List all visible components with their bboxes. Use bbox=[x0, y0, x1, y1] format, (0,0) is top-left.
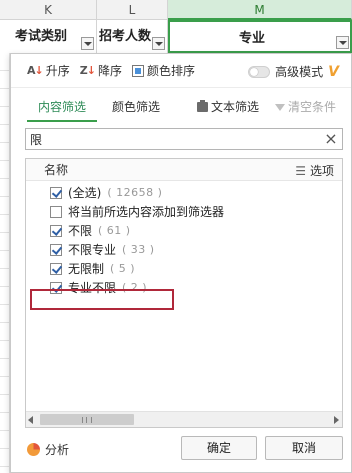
sort-descending-label: 降序 bbox=[97, 64, 122, 78]
sort-ascending-button[interactable]: A↓ 升序 bbox=[27, 62, 70, 79]
list-items: (全选) ( 12658 ) 将当前所选内容添加到筛选器 不限 ( 61 ) 不限专业 ( … bbox=[26, 181, 342, 297]
filter-dropdown-button[interactable] bbox=[336, 36, 349, 49]
list-item[interactable]: 不限专业 ( 33 ) bbox=[26, 240, 342, 259]
list-item-label: 不限专业 bbox=[68, 243, 117, 257]
close-icon[interactable]: × bbox=[323, 131, 339, 147]
list-item[interactable]: 不限 ( 61 ) bbox=[26, 221, 342, 240]
chevron-down-icon bbox=[338, 40, 347, 45]
tab-color-filter[interactable]: 颜色筛选 bbox=[105, 94, 167, 122]
header-cell-exam-category[interactable]: 考试类别 bbox=[0, 20, 97, 53]
advanced-mode: 高级模式 V bbox=[248, 63, 339, 80]
text-filter-label: 文本筛选 bbox=[211, 100, 260, 114]
column-letter-l[interactable]: L bbox=[97, 0, 168, 20]
list-item-count: ( 2 ) bbox=[122, 281, 148, 294]
list-header: 名称 ☰ 选项 bbox=[26, 159, 342, 181]
checkbox[interactable] bbox=[50, 224, 62, 237]
color-sort-button[interactable]: 颜色排序 bbox=[131, 62, 195, 79]
header-cell-label: 招考人数 bbox=[98, 29, 151, 44]
chevron-down-icon bbox=[83, 41, 92, 46]
header-cell-recruit-count[interactable]: 招考人数 bbox=[97, 20, 168, 53]
header-cell-major[interactable]: 专业 bbox=[168, 20, 352, 53]
list-item-count: ( 12658 ) bbox=[107, 186, 163, 199]
scroll-right-icon[interactable] bbox=[334, 416, 339, 424]
search-input[interactable]: 限 × bbox=[25, 128, 343, 150]
list-item-label: 专业不限 bbox=[68, 281, 117, 295]
list-item-count: ( 33 ) bbox=[122, 243, 155, 256]
ok-button[interactable]: 确定 bbox=[181, 436, 257, 460]
filter-panel: A↓ 升序 Z↓ 降序 颜色排序 高级模式 V 内容筛选 颜色筛选 文本筛选 清… bbox=[10, 53, 352, 473]
list-item[interactable]: 无限制 ( 5 ) bbox=[26, 259, 342, 278]
search-input-value[interactable]: 限 bbox=[30, 131, 323, 148]
scroll-left-icon[interactable] bbox=[28, 416, 33, 424]
analysis-label: 分析 bbox=[45, 443, 70, 457]
list-item[interactable]: 专业不限 ( 2 ) bbox=[26, 278, 342, 297]
sort-bar: A↓ 升序 Z↓ 降序 颜色排序 高级模式 V bbox=[11, 54, 351, 88]
column-letter-m[interactable]: M bbox=[168, 0, 352, 20]
list-item-label: (全选) bbox=[68, 186, 102, 200]
options-button[interactable]: ☰ 选项 bbox=[295, 162, 334, 179]
chevron-down-icon bbox=[154, 41, 163, 46]
filter-tabs: 内容筛选 颜色筛选 文本筛选 清空条件 bbox=[11, 94, 351, 122]
list-item-label: 将当前所选内容添加到筛选器 bbox=[68, 205, 225, 219]
clear-conditions-button[interactable]: 清空条件 bbox=[275, 94, 336, 120]
analysis-button[interactable]: 分析 bbox=[27, 441, 69, 458]
header-row: 考试类别 招考人数 专业 bbox=[0, 20, 352, 53]
sort-ascending-icon: A↓ bbox=[27, 64, 44, 77]
footer-bar: 分析 确定 取消 bbox=[11, 434, 351, 468]
cancel-button[interactable]: 取消 bbox=[265, 436, 343, 460]
advanced-mode-label: 高级模式 bbox=[275, 65, 324, 79]
text-filter-button[interactable]: 文本筛选 bbox=[197, 94, 259, 120]
funnel-icon bbox=[275, 103, 285, 111]
header-cell-label: 考试类别 bbox=[14, 29, 67, 44]
sort-descending-icon: Z↓ bbox=[79, 64, 96, 77]
checkbox[interactable] bbox=[50, 186, 62, 199]
vip-icon[interactable]: V bbox=[328, 64, 339, 80]
clear-conditions-label: 清空条件 bbox=[288, 100, 337, 114]
list-item[interactable]: (全选) ( 12658 ) bbox=[26, 183, 342, 202]
color-sort-icon bbox=[131, 64, 144, 77]
list-item-label: 无限制 bbox=[68, 262, 105, 276]
filter-dropdown-button[interactable] bbox=[152, 37, 165, 50]
color-sort-label: 颜色排序 bbox=[146, 64, 195, 78]
toggle-knob bbox=[250, 67, 259, 76]
checkbox[interactable] bbox=[50, 281, 62, 294]
horizontal-scrollbar[interactable] bbox=[26, 411, 342, 427]
checkbox[interactable] bbox=[50, 205, 62, 218]
filter-dropdown-button[interactable] bbox=[81, 37, 94, 50]
scrollbar-thumb[interactable] bbox=[40, 414, 134, 425]
checkbox[interactable] bbox=[50, 243, 62, 256]
list-header-title: 名称 bbox=[44, 163, 69, 177]
pie-chart-icon bbox=[27, 443, 40, 456]
list-item-count: ( 61 ) bbox=[98, 224, 131, 237]
column-letter-k[interactable]: K bbox=[0, 0, 97, 20]
column-letter-bar: K L M bbox=[0, 0, 352, 20]
value-list: 名称 ☰ 选项 (全选) ( 12658 ) 将当前所选内容添加到筛选器 不限 ( 61… bbox=[25, 158, 343, 428]
list-item[interactable]: 将当前所选内容添加到筛选器 bbox=[26, 202, 342, 221]
text-filter-icon bbox=[197, 100, 208, 112]
tab-content-filter[interactable]: 内容筛选 bbox=[27, 94, 97, 122]
sort-ascending-label: 升序 bbox=[45, 64, 70, 78]
list-item-count: ( 5 ) bbox=[110, 262, 136, 275]
header-cell-label: 专业 bbox=[238, 31, 265, 46]
row-gutter bbox=[0, 53, 10, 473]
checkbox[interactable] bbox=[50, 262, 62, 275]
sort-descending-button[interactable]: Z↓ 降序 bbox=[80, 62, 122, 79]
grip-icon bbox=[82, 416, 92, 423]
list-item-label: 不限 bbox=[68, 224, 93, 238]
options-label: 选项 bbox=[309, 164, 334, 178]
advanced-mode-toggle[interactable] bbox=[248, 65, 271, 78]
options-icon: ☰ bbox=[295, 163, 306, 178]
